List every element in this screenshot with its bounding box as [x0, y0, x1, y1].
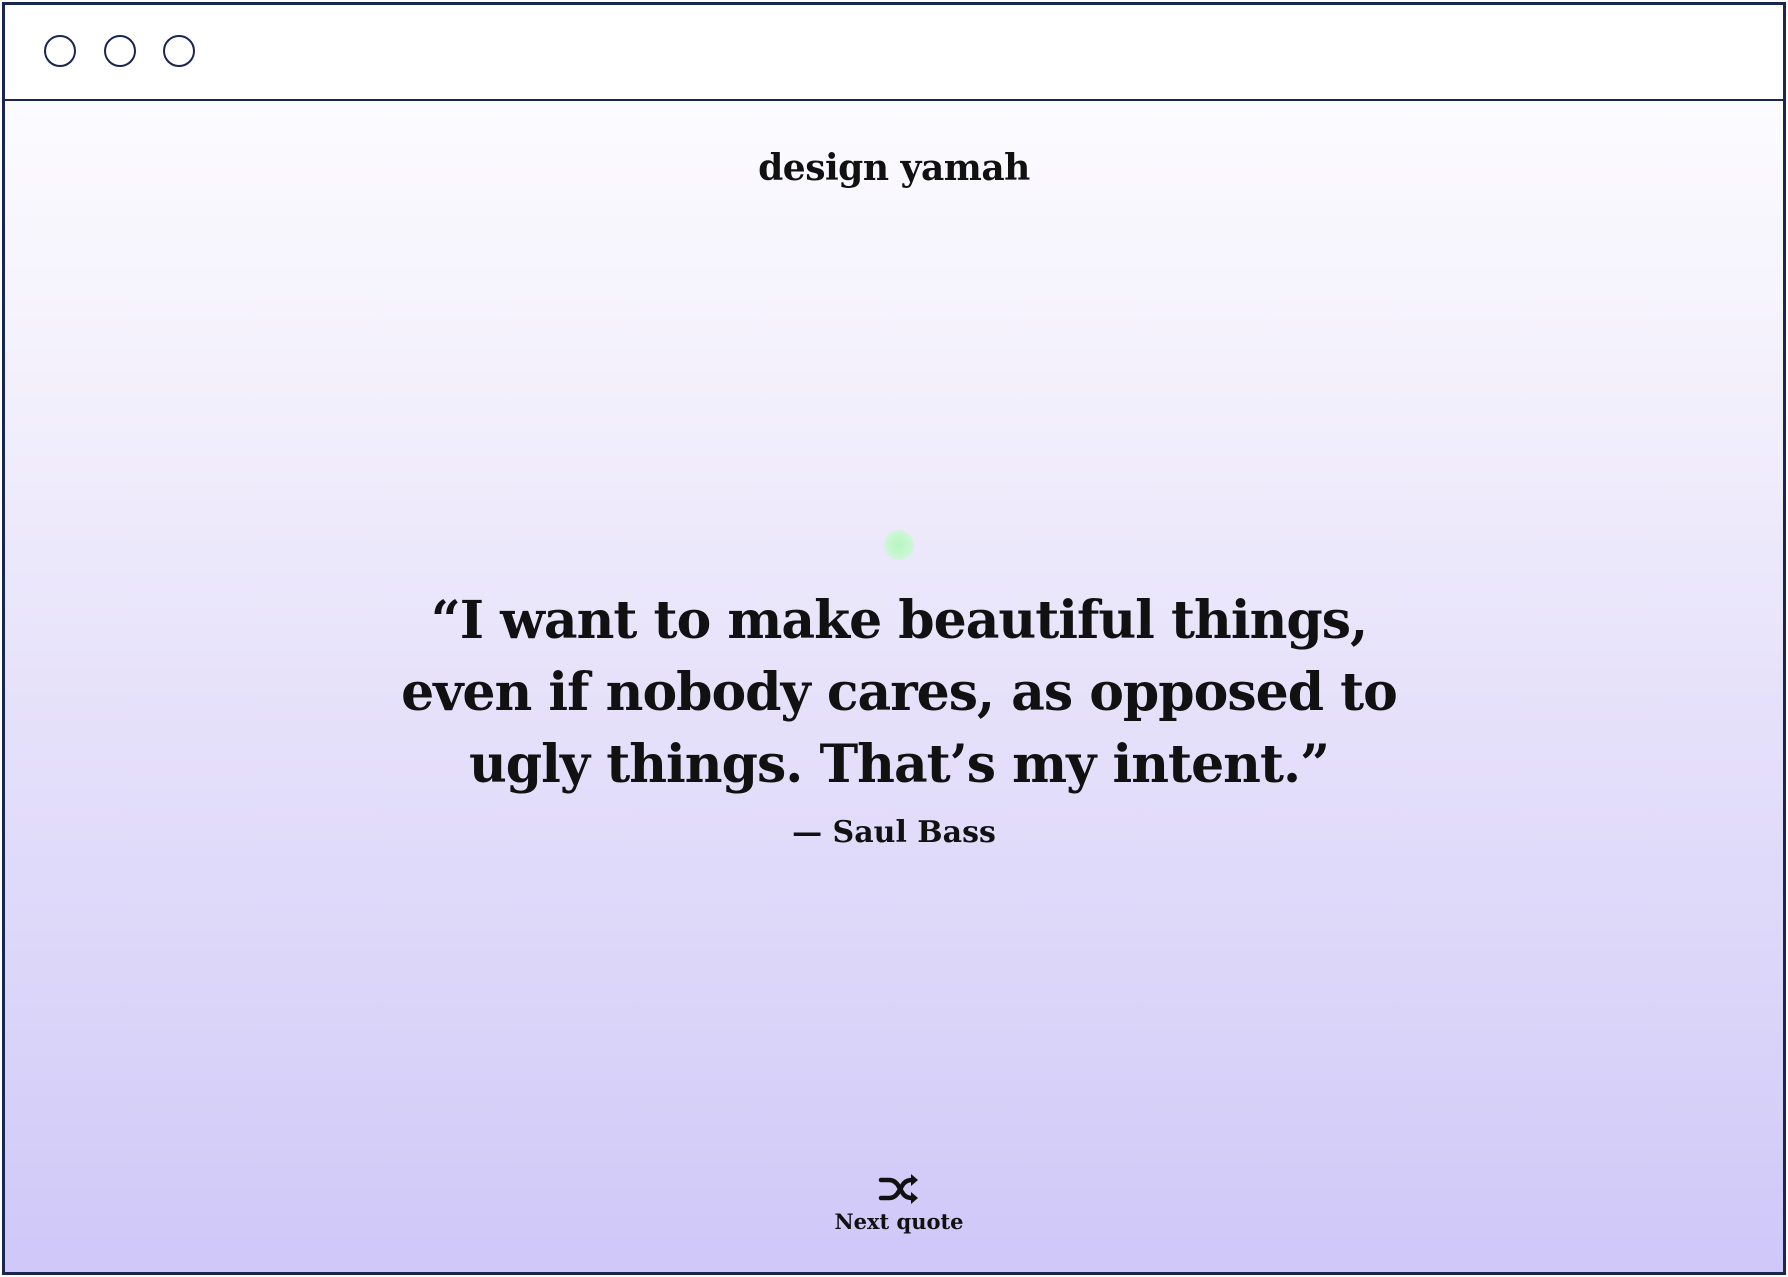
shuffle-icon	[878, 1174, 918, 1204]
quote-author: — Saul Bass	[792, 815, 996, 850]
window-control-1[interactable]	[44, 35, 76, 67]
next-quote-button[interactable]: Next quote	[789, 1171, 1009, 1251]
browser-window: design yamah “I want to make beautiful t…	[2, 2, 1786, 1275]
quote-text: “I want to make beautiful things, even i…	[401, 590, 1398, 795]
title-bar	[5, 5, 1783, 101]
window-control-2[interactable]	[104, 35, 136, 67]
next-quote-label: Next quote	[834, 1209, 964, 1234]
site-brand[interactable]: design yamah	[5, 147, 1783, 189]
status-indicator-dot	[884, 530, 914, 560]
window-control-3[interactable]	[163, 35, 195, 67]
